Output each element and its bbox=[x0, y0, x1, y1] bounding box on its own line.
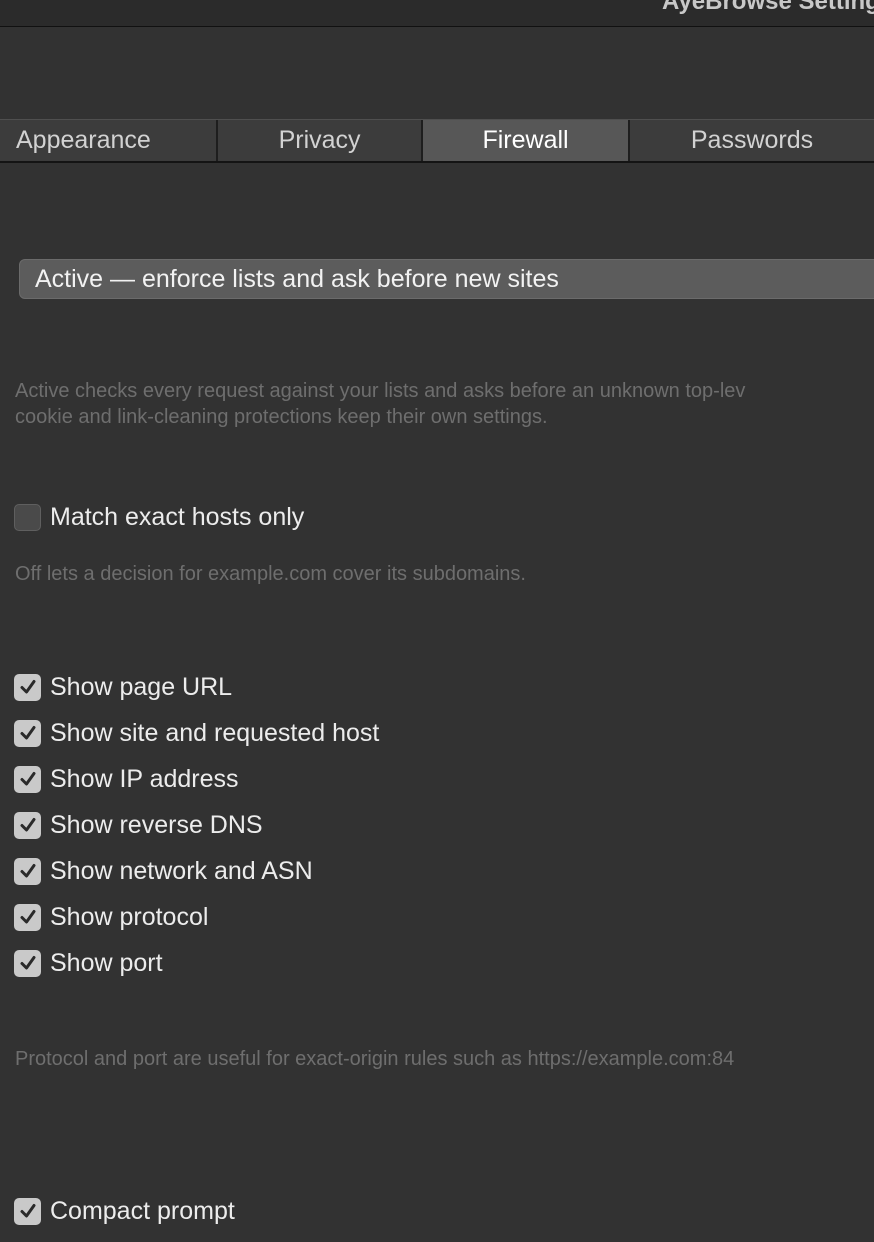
show-protocol-checkbox[interactable]: Show protocol bbox=[14, 902, 208, 932]
checkmark-icon bbox=[14, 719, 41, 747]
settings-tab-bar: Appearance Privacy Firewall Passwords bbox=[0, 119, 874, 163]
show-port-checkbox[interactable]: Show port bbox=[14, 948, 163, 978]
checkmark-icon bbox=[14, 1197, 41, 1225]
exact-hosts-help: Off lets a decision for example.com cove… bbox=[15, 563, 526, 585]
exact-hosts-label: Match exact hosts only bbox=[50, 502, 305, 531]
checkmark-icon bbox=[14, 903, 41, 931]
show-site-host-checkbox[interactable]: Show site and requested host bbox=[14, 718, 379, 748]
show-network-asn-checkbox[interactable]: Show network and ASN bbox=[14, 856, 313, 886]
tab-appearance[interactable]: Appearance bbox=[0, 120, 219, 161]
firewall-mode-help-line2: cookie and link-cleaning protections kee… bbox=[15, 406, 548, 428]
compact-prompt-checkbox[interactable]: Compact prompt bbox=[14, 1196, 235, 1226]
show-port-label: Show port bbox=[50, 948, 163, 977]
window-title: AyeBrowse Settings bbox=[662, 0, 874, 15]
show-page-url-label: Show page URL bbox=[50, 672, 233, 701]
exact-hosts-checkbox[interactable]: Match exact hosts only bbox=[14, 502, 304, 532]
show-options-help: Protocol and port are useful for exact-o… bbox=[15, 1048, 735, 1070]
checkmark-icon bbox=[14, 673, 41, 701]
tab-passwords[interactable]: Passwords bbox=[630, 120, 874, 161]
checkmark-icon bbox=[14, 811, 41, 839]
show-protocol-label: Show protocol bbox=[50, 902, 209, 931]
title-bar: AyeBrowse Settings bbox=[0, 0, 874, 27]
show-network-asn-label: Show network and ASN bbox=[50, 856, 313, 885]
show-ip-address-label: Show IP address bbox=[50, 764, 239, 793]
show-reverse-dns-label: Show reverse DNS bbox=[50, 810, 263, 839]
checkmark-icon bbox=[14, 949, 41, 977]
checkmark-icon bbox=[14, 765, 41, 793]
checkbox-unchecked-icon bbox=[14, 503, 41, 531]
tab-firewall[interactable]: Firewall bbox=[423, 120, 631, 161]
checkmark-icon bbox=[14, 857, 41, 885]
show-reverse-dns-checkbox[interactable]: Show reverse DNS bbox=[14, 810, 263, 840]
compact-prompt-label: Compact prompt bbox=[50, 1196, 235, 1225]
show-ip-address-checkbox[interactable]: Show IP address bbox=[14, 764, 239, 794]
firewall-mode-help-line1: Active checks every request against your… bbox=[15, 380, 746, 402]
show-page-url-checkbox[interactable]: Show page URL bbox=[14, 672, 232, 702]
firewall-mode-value: Active — enforce lists and ask before ne… bbox=[35, 264, 559, 293]
show-site-host-label: Show site and requested host bbox=[50, 718, 380, 747]
firewall-mode-help: Active checks every request against your… bbox=[15, 378, 745, 430]
tab-privacy[interactable]: Privacy bbox=[218, 120, 424, 161]
firewall-mode-popup[interactable]: Active — enforce lists and ask before ne… bbox=[19, 259, 874, 299]
toolbar-area bbox=[0, 27, 874, 119]
